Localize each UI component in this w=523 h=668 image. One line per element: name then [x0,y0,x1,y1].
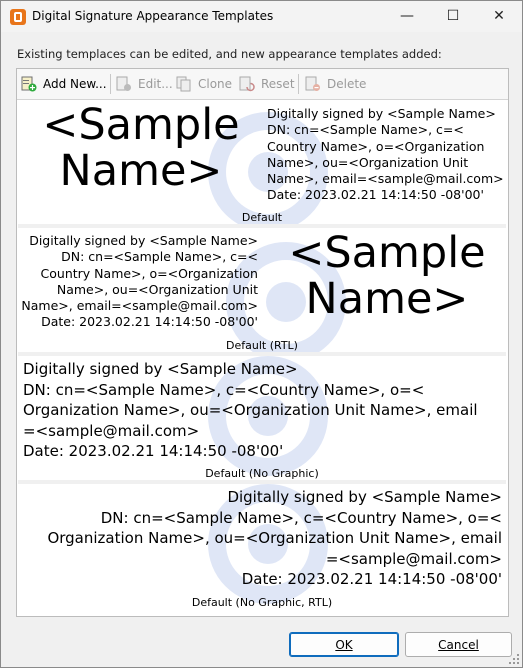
signature-line: =<sample@mail.com> [23,421,200,440]
instructions-label: Existing templaces can be edited, and ne… [17,47,442,61]
signature-line: Organization Name>, ou=<Organization Uni… [23,401,478,419]
sample-name-graphic: <Sample Name> [276,230,498,322]
window-title: Digital Signature Appearance Templates [32,9,274,23]
signature-line: Date: 2023.02.21 14:14:50 -08'00' [23,442,284,460]
dialog-window: Digital Signature Appearance Templates —… [0,0,523,668]
signature-line: DN: cn=<Sample Name>, c=< [61,249,258,265]
signature-line: Digitally signed by <Sample Name> [267,106,496,121]
template-item-default-no-graphic[interactable]: Digitally signed by <Sample Name> DN: cn… [18,356,506,480]
ok-button[interactable]: OK [289,632,399,657]
sample-name-line: Name> [305,274,469,324]
templates-panel: Add New... Edit... Clone Reset Delete <S… [16,68,509,617]
ok-label: OK [335,638,353,652]
sample-name-line: <Sample [42,100,240,150]
add-new-label: Add New... [43,77,107,91]
template-item-default-no-graphic-rtl[interactable]: Digitally signed by <Sample Name> DN: cn… [18,484,506,616]
minimize-button[interactable]: — [384,1,430,32]
signature-line: Date: 2023.02.21 14:14:50 -08'00' [241,570,502,588]
signature-line: DN: cn=<Sample Name>, c=< [267,122,464,138]
signature-text: Digitally signed by <Sample Name> DN: cn… [18,233,258,331]
sample-name-line: <Sample [288,228,486,278]
signature-line: =<sample@mail.com> [325,549,502,568]
edit-template-icon [116,76,131,91]
template-item-default-rtl[interactable]: Digitally signed by <Sample Name> DN: cn… [18,228,506,352]
template-name: Default (No Graphic, RTL) [191,596,333,609]
delete-label: Delete [327,77,367,91]
signature-text: Digitally signed by <Sample Name> DN: cn… [23,359,478,462]
signature-line: Name>, email=<sample@mail.com> [267,171,504,187]
sample-name-line: Name> [59,146,223,196]
signature-line: Country Name>, o=<Organization [40,265,258,281]
signature-line: Date: 2023.02.21 14:14:50 -08'00' [267,187,484,203]
sample-name-graphic: <Sample Name> [30,102,252,194]
clone-template-icon [176,76,191,92]
app-icon [10,9,26,25]
signature-line: DN: cn=<Sample Name>, c=<Country Name>, … [23,380,425,399]
add-template-icon [21,76,37,92]
signature-line: Name>, ou=<Organization Unit [267,154,469,170]
signature-line: Digitally signed by <Sample Name> [227,488,502,506]
reset-label: Reset [261,77,295,91]
dialog-content: Existing templaces can be edited, and ne… [1,32,522,667]
signature-line: Name>, ou=<Organization Unit [56,281,258,297]
edit-label: Edit... [138,77,173,91]
reset-template-icon [239,76,255,92]
maximize-button[interactable]: ☐ [430,1,476,32]
signature-line: DN: cn=<Sample Name>, c=<Country Name>, … [100,508,502,527]
template-name: Default [241,211,283,224]
template-name: Default (RTL) [226,339,298,352]
signature-line: Country Name>, o=<Organization [267,138,485,154]
signature-line: Digitally signed by <Sample Name> [29,233,258,248]
signature-text: Digitally signed by <Sample Name> DN: cn… [18,487,502,590]
clone-label: Clone [198,77,233,91]
signature-text: Digitally signed by <Sample Name> DN: cn… [267,106,504,204]
signature-line: Name>, email=<sample@mail.com> [21,298,258,314]
toolbar-separator [110,74,111,94]
close-button[interactable]: ✕ [476,1,522,32]
templates-list[interactable]: <Sample Name> Digitally signed by <Sampl… [17,100,508,616]
template-name: Default (No Graphic) [205,467,319,480]
signature-line: Date: 2023.02.21 14:14:50 -08'00' [41,314,258,330]
resize-grip-icon[interactable] [509,654,519,664]
template-item-default[interactable]: <Sample Name> Digitally signed by <Sampl… [18,100,506,224]
title-bar: Digital Signature Appearance Templates —… [1,1,522,32]
delete-template-icon [305,76,320,91]
signature-line: Organization Name>, ou=<Organization Uni… [47,529,502,547]
cancel-button[interactable]: Cancel [405,632,512,657]
signature-line: Digitally signed by <Sample Name> [23,360,298,378]
toolbar: Add New... Edit... Clone Reset Delete [17,69,508,100]
toolbar-separator [298,74,299,94]
cancel-label: Cancel [438,638,479,652]
